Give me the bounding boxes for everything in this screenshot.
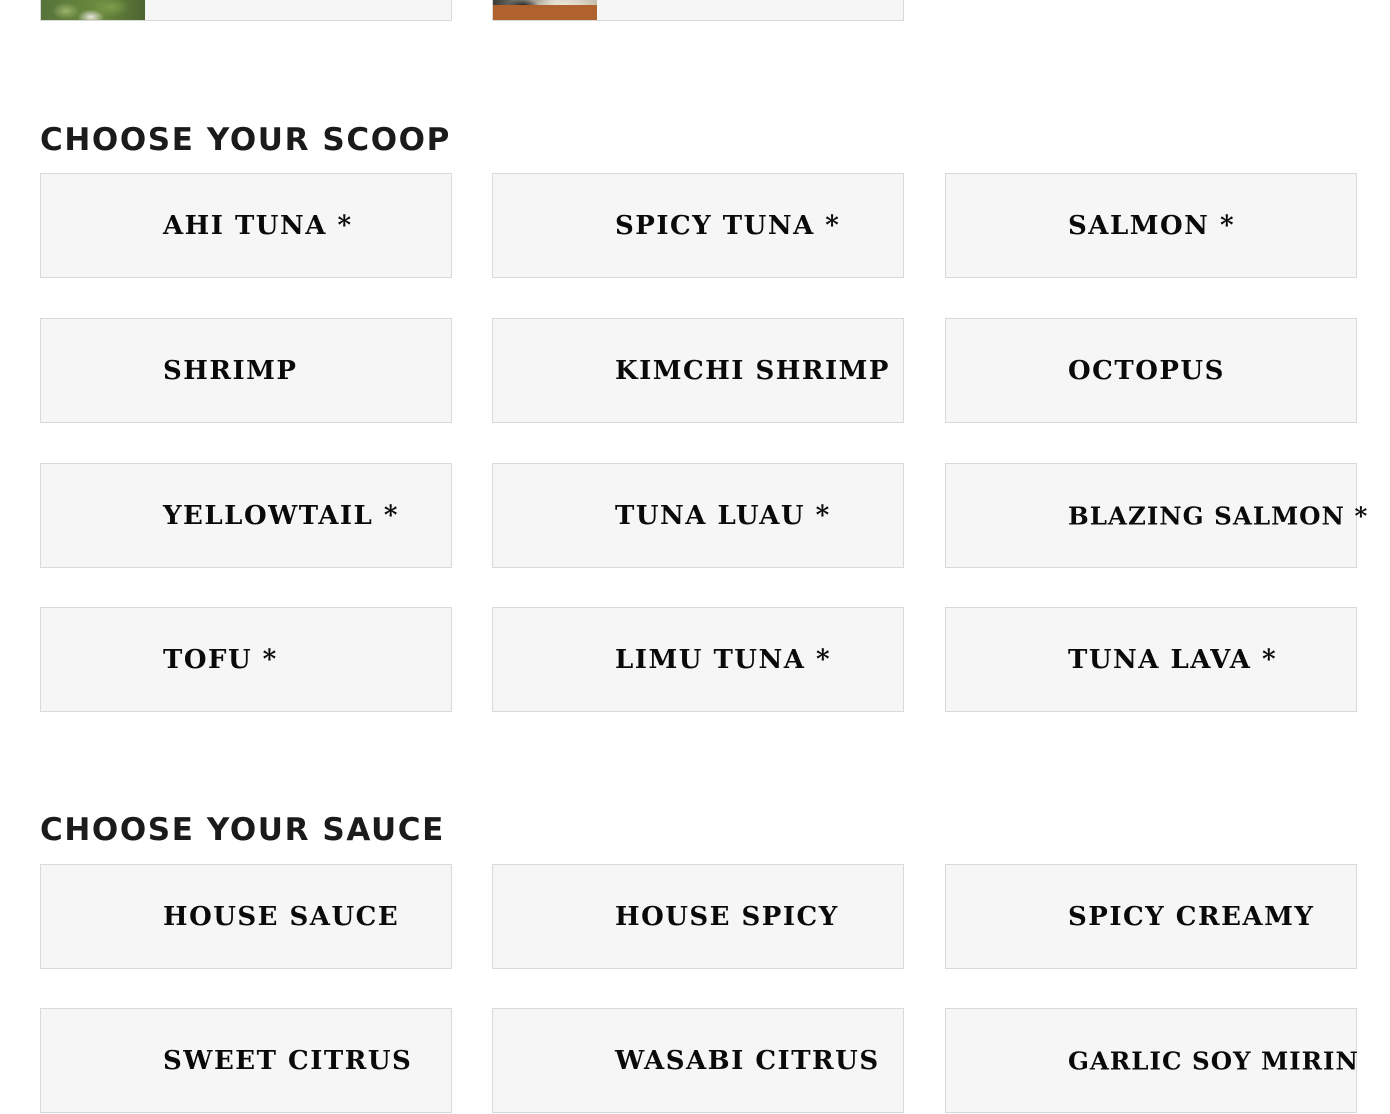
option-label: TUNA LUAU * <box>615 500 831 531</box>
scoop-option-tuna-luau[interactable]: TUNA LUAU * <box>492 463 904 568</box>
sauce-option-sweet-citrus[interactable]: SWEET CITRUS <box>40 1008 452 1113</box>
scoop-section-title: CHOOSE YOUR SCOOP <box>40 122 451 158</box>
scoop-option-yellowtail[interactable]: YELLOWTAIL * <box>40 463 452 568</box>
option-label: TOFU * <box>163 644 278 675</box>
option-label: BLAZING SALMON * <box>1068 501 1369 530</box>
sauce-option-garlic-soy-mirin[interactable]: GARLIC SOY MIRIN <box>945 1008 1359 1113</box>
scoop-option-blazing-salmon[interactable]: BLAZING SALMON * <box>945 463 1367 568</box>
bowl-thumbnail <box>493 0 597 20</box>
option-label: KIMCHI SHRIMP <box>615 355 890 386</box>
scoop-option-ahi-tuna[interactable]: AHI TUNA * <box>40 173 452 278</box>
option-label: YELLOWTAIL * <box>163 500 399 531</box>
previous-section-card[interactable] <box>492 0 904 21</box>
option-label: GARLIC SOY MIRIN <box>1068 1046 1359 1075</box>
sauce-option-spicy-creamy[interactable]: SPICY CREAMY <box>945 864 1357 969</box>
scoop-option-shrimp[interactable]: SHRIMP <box>40 318 452 423</box>
option-label: SALMON * <box>1068 210 1236 241</box>
option-label: SPICY TUNA * <box>615 210 841 241</box>
sauce-option-house-sauce[interactable]: HOUSE SAUCE <box>40 864 452 969</box>
option-label: LIMU TUNA * <box>615 644 832 675</box>
scoop-option-salmon[interactable]: SALMON * <box>945 173 1357 278</box>
sauce-section-title: CHOOSE YOUR SAUCE <box>40 812 445 848</box>
option-label: AHI TUNA * <box>163 210 353 241</box>
option-label: TUNA LAVA * <box>1068 644 1278 675</box>
scoop-option-tofu[interactable]: TOFU * <box>40 607 452 712</box>
scoop-option-spicy-tuna[interactable]: SPICY TUNA * <box>492 173 904 278</box>
sauce-option-house-spicy[interactable]: HOUSE SPICY <box>492 864 904 969</box>
option-label: OCTOPUS <box>1068 355 1225 386</box>
option-label: HOUSE SAUCE <box>163 901 400 932</box>
scoop-option-limu-tuna[interactable]: LIMU TUNA * <box>492 607 904 712</box>
option-label: SHRIMP <box>163 355 298 386</box>
sauce-option-wasabi-citrus[interactable]: WASABI CITRUS <box>492 1008 904 1113</box>
previous-section-card[interactable] <box>40 0 452 21</box>
scoop-option-kimchi-shrimp[interactable]: KIMCHI SHRIMP <box>492 318 904 423</box>
option-label: HOUSE SPICY <box>615 901 839 932</box>
scoop-option-octopus[interactable]: OCTOPUS <box>945 318 1357 423</box>
option-label: SWEET CITRUS <box>163 1045 413 1076</box>
option-label: WASABI CITRUS <box>615 1045 880 1076</box>
greens-thumbnail <box>41 0 145 20</box>
scoop-option-tuna-lava[interactable]: TUNA LAVA * <box>945 607 1357 712</box>
option-label: SPICY CREAMY <box>1068 901 1315 932</box>
